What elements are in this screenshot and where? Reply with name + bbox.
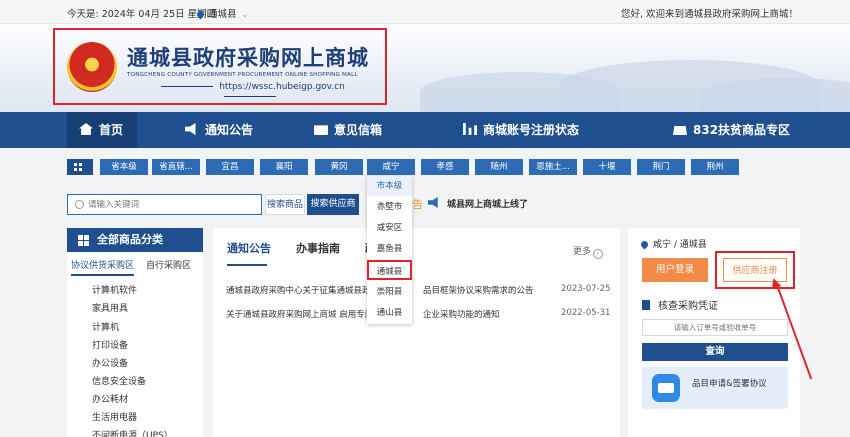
region-item[interactable]: 省本级 — [100, 159, 148, 175]
dropdown-item[interactable]: 嘉鱼县 — [367, 239, 412, 259]
category-item[interactable]: 信息安全设备 — [92, 374, 146, 387]
query-button[interactable]: 查询 — [642, 343, 788, 361]
region-item[interactable]: 宜昌 — [206, 159, 254, 175]
user-login-button[interactable]: 用户登录 — [642, 258, 708, 282]
category-item[interactable]: 家具用具 — [92, 301, 128, 314]
shopping-bag-icon — [673, 126, 687, 135]
search-icon — [75, 200, 84, 209]
supplier-register-highlight: 供应商注册 — [715, 251, 795, 289]
banner: 通城县政府采购网上商城 TONGCHENG COUNTY GOVERNMENT … — [0, 24, 850, 112]
search-supplier-button[interactable]: 搜索供应商 — [307, 194, 359, 215]
notice-row-title-tail[interactable]: 企业采购功能的通知 — [423, 308, 500, 320]
category-item[interactable]: 办公设备 — [92, 356, 128, 369]
document-icon — [642, 300, 650, 310]
main-nav: 首页 通知公告 意见信箱 商城账号注册状态 832扶贫商品专区 — [0, 112, 850, 148]
dropdown-item[interactable]: 市本级 — [367, 176, 412, 196]
current-date: 今天是: 2024年 04月 25日 星期四 — [67, 9, 217, 20]
speaker-icon — [428, 197, 438, 208]
dropdown-item[interactable]: 崇阳县 — [367, 282, 412, 302]
dropdown-item[interactable]: 咸安区 — [367, 218, 412, 238]
right-panel: 咸宁 / 通城县 用户登录 供应商注册 核查采购凭证 查询 品目申请&签署协议 — [628, 228, 800, 437]
marquee-prefix: 告 — [412, 198, 423, 211]
region-item[interactable]: 省直辖... — [152, 159, 200, 175]
region-item[interactable]: 恩施土... — [529, 159, 577, 175]
region-item[interactable]: 十堰 — [583, 159, 631, 175]
marquee-text[interactable]: 城县网上商城上线了 — [447, 197, 528, 210]
category-item[interactable]: 计算机软件 — [92, 283, 137, 296]
search-input[interactable] — [88, 198, 258, 212]
category-item[interactable]: 不间断电源（UPS） — [92, 428, 173, 437]
category-header: 全部商品分类 — [67, 228, 203, 252]
notice-row-title[interactable]: 通城县政府采购中心关于征集通城县政 — [226, 284, 371, 296]
notice-row-title[interactable]: 关于通城县政府采购网上商城 启用专门 — [226, 308, 373, 320]
app-icon — [652, 374, 680, 402]
category-item[interactable]: 计算机 — [92, 320, 119, 333]
notice-panel: 通知公告 办事指南 政 更多› 通城县政府采购中心关于征集通城县政 品目框架协议… — [213, 228, 620, 437]
nav-poverty-zone[interactable]: 832扶贫商品专区 — [673, 112, 790, 148]
dropdown-item-tongcheng[interactable]: 通城县 — [367, 260, 412, 280]
category-item[interactable]: 生活用电器 — [92, 410, 137, 423]
region-dropdown: 市本级 赤壁市 咸安区 嘉鱼县 通城县 崇阳县 通山县 — [367, 176, 412, 324]
nav-feedback[interactable]: 意见信箱 — [314, 112, 382, 148]
dropdown-item[interactable]: 通山县 — [367, 303, 412, 323]
category-apply-card[interactable]: 品目申请&签署协议 — [642, 367, 788, 409]
notice-row-title-tail[interactable]: 品目框架协议采购需求的公告 — [423, 284, 534, 296]
site-subtitle-en: TONGCHENG COUNTY GOVERNMENT PROCUREMENT … — [127, 72, 358, 78]
nav-home[interactable]: 首页 — [67, 112, 137, 148]
voucher-input[interactable] — [642, 319, 788, 336]
card-label: 品目申请&签署协议 — [692, 379, 767, 389]
region-item[interactable]: 襄阳 — [260, 159, 308, 175]
active-tab-underline — [227, 264, 267, 266]
speaker-icon — [185, 123, 196, 135]
region-item[interactable]: 荆州 — [691, 159, 739, 175]
search-box — [67, 194, 262, 215]
location-pin-icon — [639, 239, 650, 250]
region-item[interactable]: 随州 — [475, 159, 523, 175]
location-selector[interactable]: 通城县 ⌄ — [195, 6, 249, 20]
national-emblem-icon — [67, 42, 117, 92]
category-panel: 全部商品分类 协议供货采购区 自行采购区 计算机软件 家具用具 计算机 打印设备… — [67, 228, 203, 437]
region-item[interactable]: 孝感 — [421, 159, 469, 175]
category-item[interactable]: 办公耗材 — [92, 392, 128, 405]
tab-notices[interactable]: 通知公告 — [227, 240, 271, 256]
current-region: 咸宁 / 通城县 — [639, 237, 707, 250]
region-item[interactable]: 黄冈 — [315, 159, 363, 175]
mountain-decoration — [700, 78, 850, 112]
region-item-selected[interactable]: 咸宁 — [367, 159, 415, 175]
region-grid-icon[interactable] — [67, 159, 93, 175]
verify-voucher-title: 核查采购凭证 — [642, 297, 718, 312]
chevron-right-icon: › — [593, 249, 604, 259]
tab-guide[interactable]: 办事指南 — [296, 240, 340, 256]
site-url-line: https://wssc.hubeigp.gov.cn — [127, 82, 373, 102]
site-logo[interactable]: 通城县政府采购网上商城 TONGCHENG COUNTY GOVERNMENT … — [53, 28, 387, 105]
top-bar: 今天是: 2024年 04月 25日 星期四 通城县 ⌄ 您好, 欢迎来到通城县政… — [0, 0, 850, 24]
region-item[interactable]: 荆门 — [637, 159, 685, 175]
notice-row-date: 2023-07-25 — [561, 284, 611, 294]
mailbox-icon — [314, 125, 328, 135]
more-link[interactable]: 更多 › — [573, 244, 604, 259]
grid-icon — [78, 235, 89, 246]
chart-icon — [463, 123, 477, 135]
chevron-down-icon: ⌄ — [241, 10, 249, 19]
category-item[interactable]: 打印设备 — [92, 338, 128, 351]
search-goods-button[interactable]: 搜索商品 — [265, 194, 305, 215]
site-title: 通城县政府采购网上商城 — [127, 45, 369, 70]
location-label: 通城县 — [208, 9, 237, 20]
location-pin-icon — [195, 9, 206, 20]
tab-agreement-purchase[interactable]: 协议供货采购区 — [71, 258, 135, 276]
nav-account-status[interactable]: 商城账号注册状态 — [463, 112, 579, 148]
nav-notices[interactable]: 通知公告 — [185, 112, 253, 148]
welcome-text: 您好, 欢迎来到通城县政府采购网上商城！ — [620, 9, 798, 20]
tab-self-purchase[interactable]: 自行采购区 — [146, 258, 191, 271]
notice-row-date: 2022-05-31 — [561, 308, 611, 318]
site-url: https://wssc.hubeigp.gov.cn — [219, 82, 345, 92]
home-icon — [79, 123, 93, 135]
dropdown-item[interactable]: 赤壁市 — [367, 197, 412, 217]
